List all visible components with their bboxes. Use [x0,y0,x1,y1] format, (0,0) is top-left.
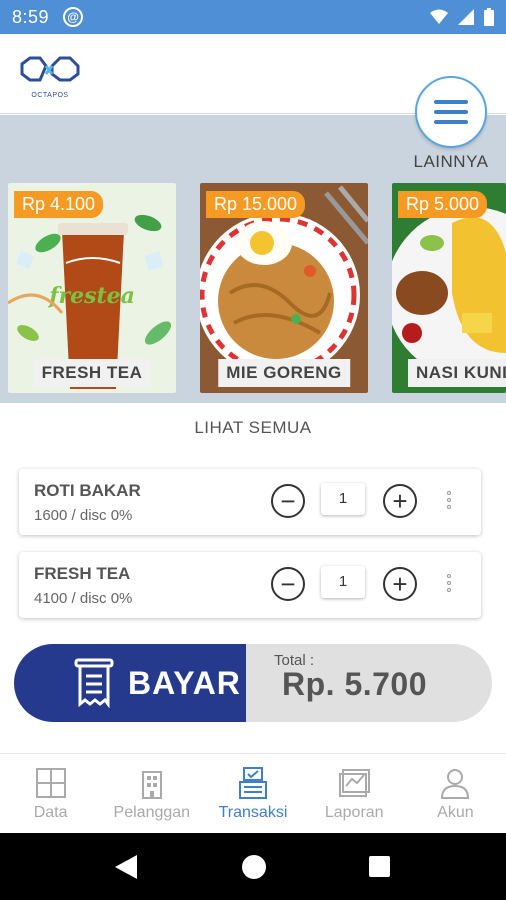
qty-field[interactable]: 1 [321,483,365,515]
nav-item-pelanggan[interactable]: Pelanggan [101,754,202,833]
status-time: 8:59 [12,6,50,27]
product-name: NASI KUNING [408,359,506,387]
cart-item-meta: 1600 / disc 0% [34,507,133,524]
user-icon [441,769,470,799]
qty-field[interactable]: 1 [321,566,365,598]
nav-label: Laporan [324,804,384,821]
pay-button-label: BAYAR [128,664,241,701]
see-all-link[interactable]: LIHAT SEMUA [0,418,506,438]
system-nav-bar [0,833,506,900]
nav-label: Akun [437,804,474,821]
more-options-icon[interactable] [445,574,453,592]
total-value: Rp. 5.700 [282,666,428,702]
nav-label: Transaksi [218,804,288,821]
nav-item-transaksi[interactable]: Transaksi [202,754,303,833]
nav-label: Pelanggan [113,804,191,821]
grid-icon [35,768,66,798]
home-icon[interactable] [242,855,266,879]
cart-item-name: ROTI BAKAR [34,481,141,500]
nav-label: Data [33,804,68,821]
status-bar: 8:59 @ [0,0,506,34]
receipt-icon [74,658,114,708]
recent-apps-icon[interactable] [369,856,390,877]
product-name: FRESH TEA [33,359,151,387]
logo-text: OCTAPOS [31,92,69,99]
cart-item-name: FRESH TEA [34,564,131,583]
battery-icon [484,8,494,26]
cart-item-meta: 4100 / disc 0% [34,590,133,607]
cart-item: ROTI BAKAR 1600 / disc 0% − 1 + [19,469,481,535]
decrease-qty-button[interactable]: − [271,484,305,518]
chart-report-icon [339,769,371,797]
menu-label: LAINNYA [413,152,489,171]
building-icon [141,771,162,799]
nav-item-akun[interactable]: Akun [405,754,506,833]
svg-text:frestea: frestea [47,283,135,309]
menu-button[interactable] [415,76,487,148]
increase-qty-button[interactable]: + [383,567,417,601]
signal-icon [458,9,474,25]
product-card-fresh-tea[interactable]: frestea Rp 4.100 FRESH TEA [8,183,176,393]
cash-register-icon [239,767,267,799]
wifi-icon [430,9,448,24]
hamburger-icon [434,100,468,104]
price-tag: Rp 5.000 [398,191,488,218]
nav-item-laporan[interactable]: Laporan [304,754,405,833]
total-box: Total : Rp. 5.700 [232,644,492,722]
product-name: MIE GORENG [218,359,350,387]
product-card-mie-goreng[interactable]: Rp 15.000 MIE GORENG [200,183,368,393]
bottom-nav: Data Pelanggan Transaksi Laporan Akun [0,753,506,833]
price-tag: Rp 15.000 [206,191,306,218]
product-card-nasi-kuning[interactable]: Rp 5.000 NASI KUNING [392,183,506,393]
decrease-qty-button[interactable]: − [271,567,305,601]
octapos-logo: OCTAPOS [16,54,84,102]
increase-qty-button[interactable]: + [383,484,417,518]
app-screen: 8:59 @ OCTAPOS LAINNYA frestea Rp 4.100 … [0,0,506,900]
nav-item-data[interactable]: Data [0,754,101,833]
pay-button[interactable]: BAYAR [14,644,246,722]
price-tag: Rp 4.100 [14,191,104,218]
more-options-icon[interactable] [445,491,453,509]
status-icons [430,8,494,26]
back-icon[interactable] [115,855,137,879]
sync-icon: @ [63,7,84,27]
cart-item: FRESH TEA 4100 / disc 0% − 1 + [19,552,481,618]
